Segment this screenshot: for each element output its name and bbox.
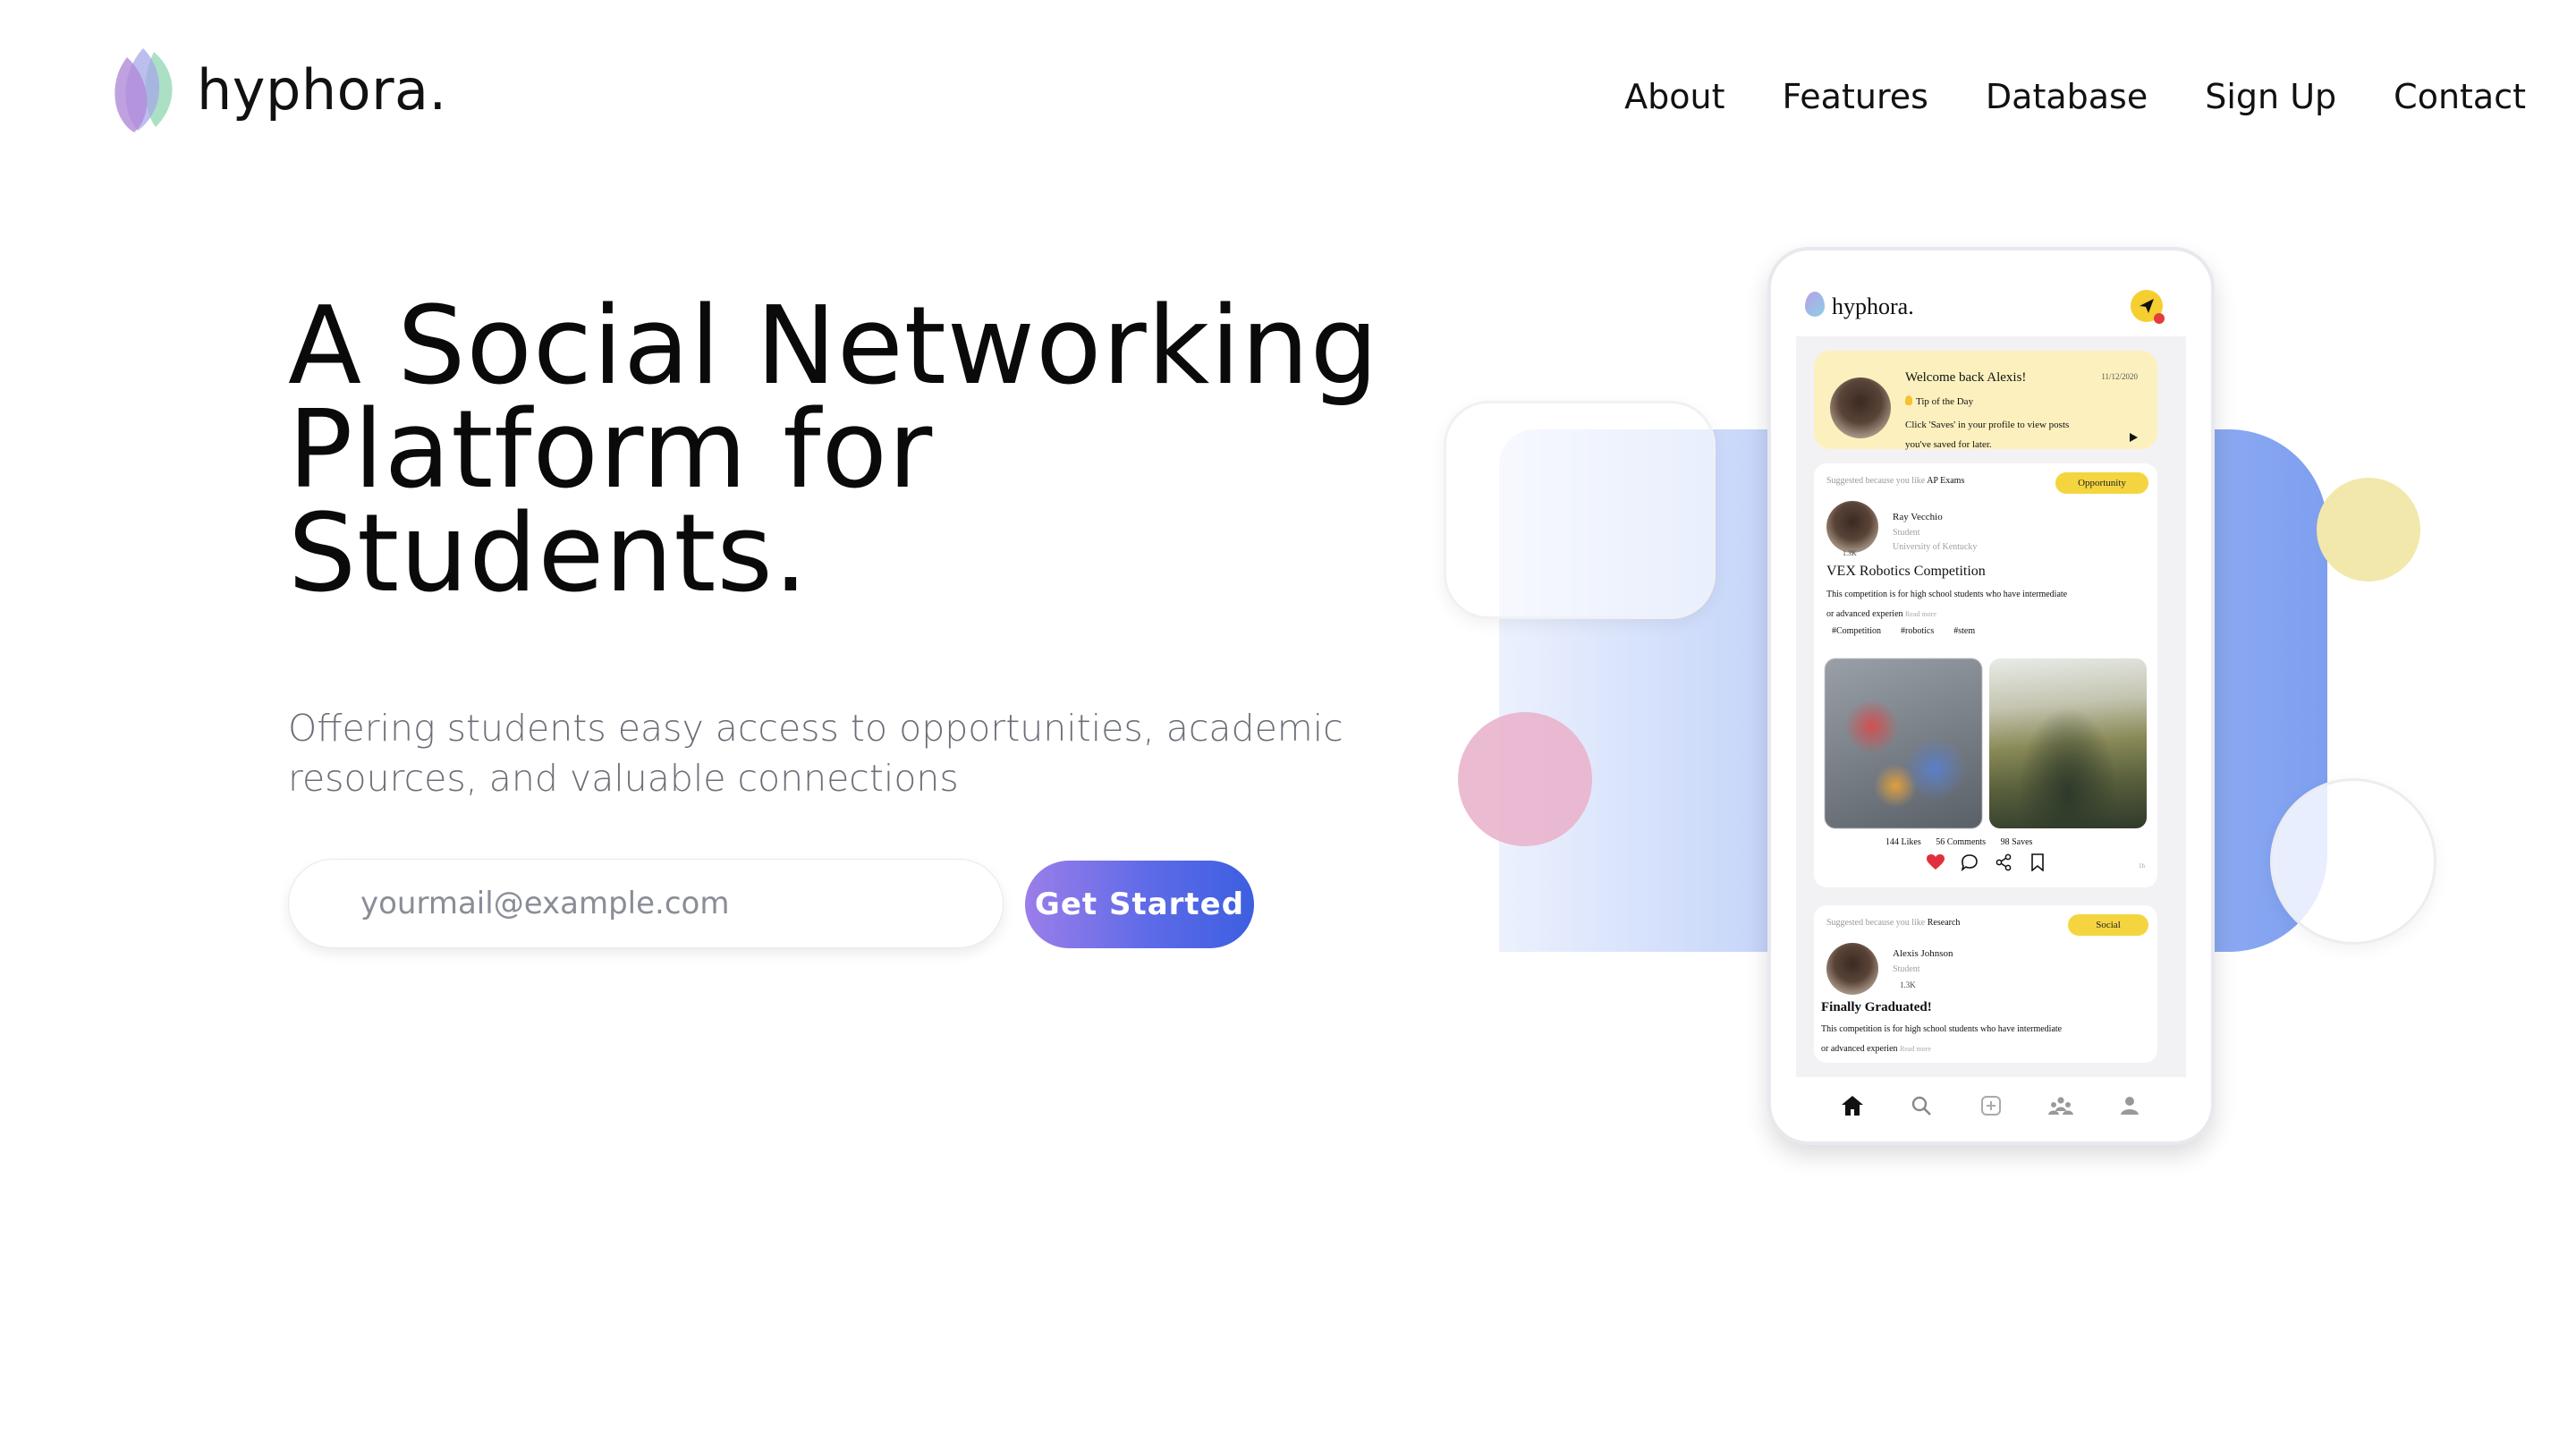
follower-count: 1.3K <box>1900 980 1916 989</box>
post-tags: #Competition #robotics #stem <box>1832 626 1975 636</box>
nav-database[interactable]: Database <box>1986 77 2148 116</box>
welcome-date: 11/12/2020 <box>2101 372 2138 381</box>
post-card[interactable]: Suggested because you like Research Soci… <box>1814 905 2157 1063</box>
post-body: This competition is for high school stud… <box>1826 590 2068 619</box>
phone-header: hyphora. <box>1771 250 2211 336</box>
decorative-pink-circle <box>1458 712 1592 846</box>
post-body: This competition is for high school stud… <box>1821 1024 2063 1054</box>
suggestion-topic: Research <box>1927 918 1961 928</box>
phone-tabbar <box>1771 1070 2211 1141</box>
suggestion-topic: AP Exams <box>1927 476 1965 486</box>
post-actions <box>1925 852 2048 873</box>
author-org: University of Kentucky <box>1893 542 1978 552</box>
post-image-robotics[interactable] <box>1825 658 1982 828</box>
hero-title: A Social Networking Platform for Student… <box>288 284 1451 616</box>
hero-subtitle-line: resources, and valuable connections <box>288 757 959 800</box>
tip-message: Click 'Saves' in your profile to view po… <box>1905 420 2070 450</box>
read-more-link[interactable]: Read more <box>1900 1045 1931 1053</box>
post-title[interactable]: Finally Graduated! <box>1821 1000 1932 1015</box>
welcome-title: Welcome back Alexis! <box>1905 370 2027 385</box>
notification-dot <box>2154 313 2165 324</box>
phone-brand-name: hyphora. <box>1832 293 1914 319</box>
heart-icon[interactable] <box>1925 852 1946 873</box>
suggestion-text: Suggested because you like AP Exams <box>1826 476 1965 486</box>
email-input[interactable] <box>288 859 1004 948</box>
suggestion-text: Suggested because you like Research <box>1826 918 1961 928</box>
tag[interactable]: #stem <box>1953 626 1975 636</box>
category-badge[interactable]: Opportunity <box>2055 472 2148 494</box>
likes-count: 144 Likes <box>1885 837 1921 847</box>
post-stats: 144 Likes 56 Comments 98 Saves <box>1885 837 2045 847</box>
tip-of-day: Tip of the Day <box>1905 395 1973 407</box>
share-icon[interactable] <box>1993 852 2014 873</box>
send-icon[interactable] <box>2131 290 2165 324</box>
hero-title-line: A Social Networking <box>288 284 1379 409</box>
profile-icon[interactable] <box>2116 1092 2143 1119</box>
bookmark-icon[interactable] <box>2027 852 2048 873</box>
play-icon[interactable] <box>2130 433 2138 442</box>
phone-mockup: hyphora. Welcome back Alexis! 11/12/2020… <box>1767 247 2215 1145</box>
nav-features[interactable]: Features <box>1783 77 1928 116</box>
search-icon[interactable] <box>1908 1092 1935 1119</box>
post-image-landscape[interactable] <box>1989 658 2147 828</box>
decorative-glass-card <box>1444 401 1716 619</box>
post-card[interactable]: Suggested because you like AP Exams Oppo… <box>1814 463 2157 887</box>
get-started-button[interactable]: Get Started <box>1025 861 1254 948</box>
decorative-white-circle <box>2270 778 2436 945</box>
tag[interactable]: #robotics <box>1901 626 1934 636</box>
comments-count: 56 Comments <box>1936 837 1987 847</box>
author-role: Student <box>1893 528 1920 538</box>
post-title[interactable]: VEX Robotics Competition <box>1826 564 1986 580</box>
author-role: Student <box>1893 964 1920 974</box>
welcome-card: Welcome back Alexis! 11/12/2020 Tip of t… <box>1814 351 2157 450</box>
hero-subtitle-line: Offering students easy access to opportu… <box>288 707 1343 750</box>
follower-count: 1.3K <box>1843 549 1857 557</box>
home-icon[interactable] <box>1839 1092 1866 1119</box>
hero-subtitle: Offering students easy access to opportu… <box>288 703 1415 803</box>
comment-icon[interactable] <box>1959 852 1980 873</box>
community-icon[interactable] <box>2047 1092 2074 1119</box>
hero-title-line: Students. <box>288 492 809 616</box>
tag[interactable]: #Competition <box>1832 626 1881 636</box>
saves-count: 98 Saves <box>2000 837 2033 847</box>
nav-about[interactable]: About <box>1624 77 1724 116</box>
tip-label: Tip of the Day <box>1916 396 1974 407</box>
petal-logo-icon <box>107 45 182 134</box>
author-name[interactable]: Alexis Johnson <box>1893 948 1953 959</box>
avatar[interactable] <box>1826 943 1878 995</box>
brand-logo[interactable]: hyphora. <box>107 45 447 134</box>
top-nav: About Features Database Sign Up Contact <box>1624 77 2526 116</box>
author-name[interactable]: Ray Vecchio <box>1893 512 1943 522</box>
avatar[interactable] <box>1826 501 1878 553</box>
post-timestamp: 1h <box>2139 862 2145 870</box>
category-badge[interactable]: Social <box>2068 914 2148 936</box>
add-post-icon[interactable] <box>1978 1092 2004 1119</box>
hero-title-line: Platform for <box>288 388 934 513</box>
nav-sign-up[interactable]: Sign Up <box>2205 77 2336 116</box>
phone-logo-icon <box>1805 292 1825 317</box>
phone-feed: Welcome back Alexis! 11/12/2020 Tip of t… <box>1796 336 2186 1077</box>
lightbulb-icon <box>1905 395 1912 405</box>
nav-contact[interactable]: Contact <box>2394 77 2526 116</box>
read-more-link[interactable]: Read more <box>1905 610 1936 618</box>
decorative-yellow-circle <box>2317 478 2420 581</box>
avatar[interactable] <box>1830 378 1891 438</box>
brand-name: hyphora. <box>197 56 447 123</box>
